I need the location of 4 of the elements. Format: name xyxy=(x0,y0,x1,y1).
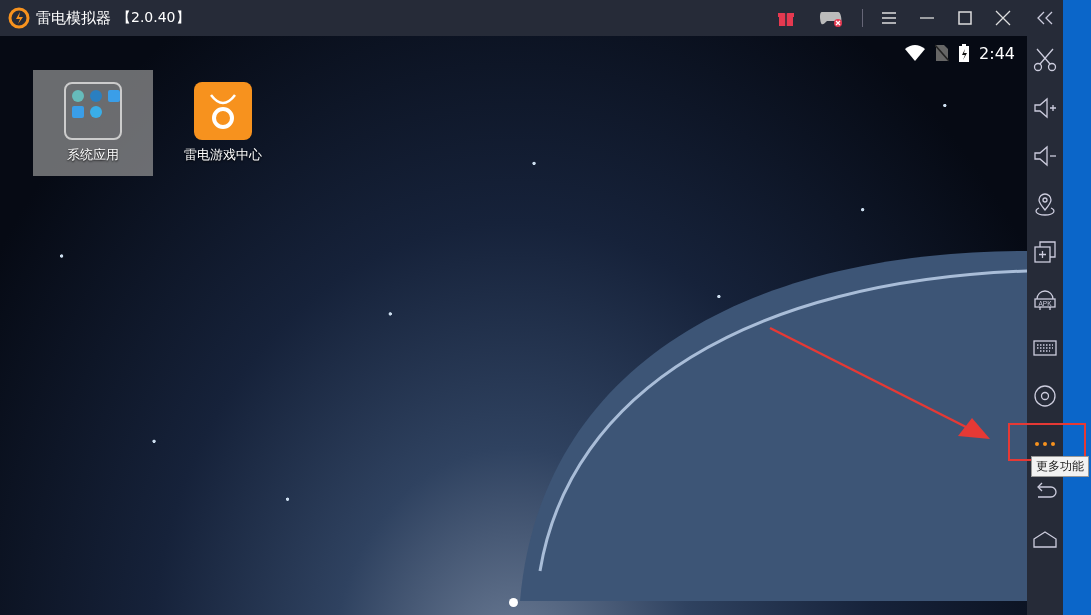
version-label: 【2.0.40】 xyxy=(117,9,190,27)
window-title: 雷电模拟器 xyxy=(36,8,111,28)
tooltip: 更多功能 xyxy=(1031,456,1089,477)
clock-time: 2:44 xyxy=(979,43,1015,63)
